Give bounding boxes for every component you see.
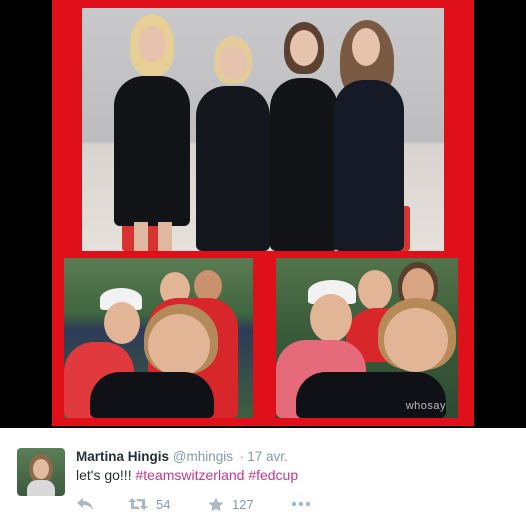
retweet-button[interactable]: 54: [128, 497, 170, 512]
person: [196, 28, 270, 251]
group-photo[interactable]: [82, 8, 444, 251]
person: [112, 8, 192, 251]
favorite-count: 127: [232, 496, 254, 512]
tweet-text-plain: let's go!!!: [76, 467, 132, 483]
person: [330, 20, 408, 251]
more-icon: [291, 501, 311, 507]
hashtag-link[interactable]: #teamswitzerland: [135, 467, 244, 483]
star-icon: [208, 497, 224, 512]
reply-icon: [76, 497, 94, 511]
hashtag-link[interactable]: #fedcup: [248, 467, 298, 483]
reply-button[interactable]: [76, 497, 94, 511]
retweet-count: 54: [156, 496, 171, 512]
tweet-date[interactable]: 17 avr.: [247, 449, 288, 464]
retweet-icon: [128, 497, 148, 511]
person: [84, 304, 218, 418]
selfie-photo[interactable]: whosay: [276, 258, 458, 418]
more-button[interactable]: [291, 501, 311, 507]
avatar[interactable]: [17, 448, 65, 496]
selfie-photo[interactable]: [64, 258, 253, 418]
tweet-media[interactable]: whosay: [0, 0, 526, 428]
user-handle[interactable]: @mhingis: [173, 449, 233, 464]
watermark: whosay: [405, 400, 446, 412]
tweet-header: Martina Hingis @mhingis · 17 avr.: [76, 449, 288, 464]
separator: ·: [239, 449, 245, 464]
favorite-button[interactable]: 127: [208, 497, 254, 512]
user-fullname[interactable]: Martina Hingis: [76, 449, 169, 464]
tweet-text: let's go!!! #teamswitzerland #fedcup: [76, 467, 298, 483]
